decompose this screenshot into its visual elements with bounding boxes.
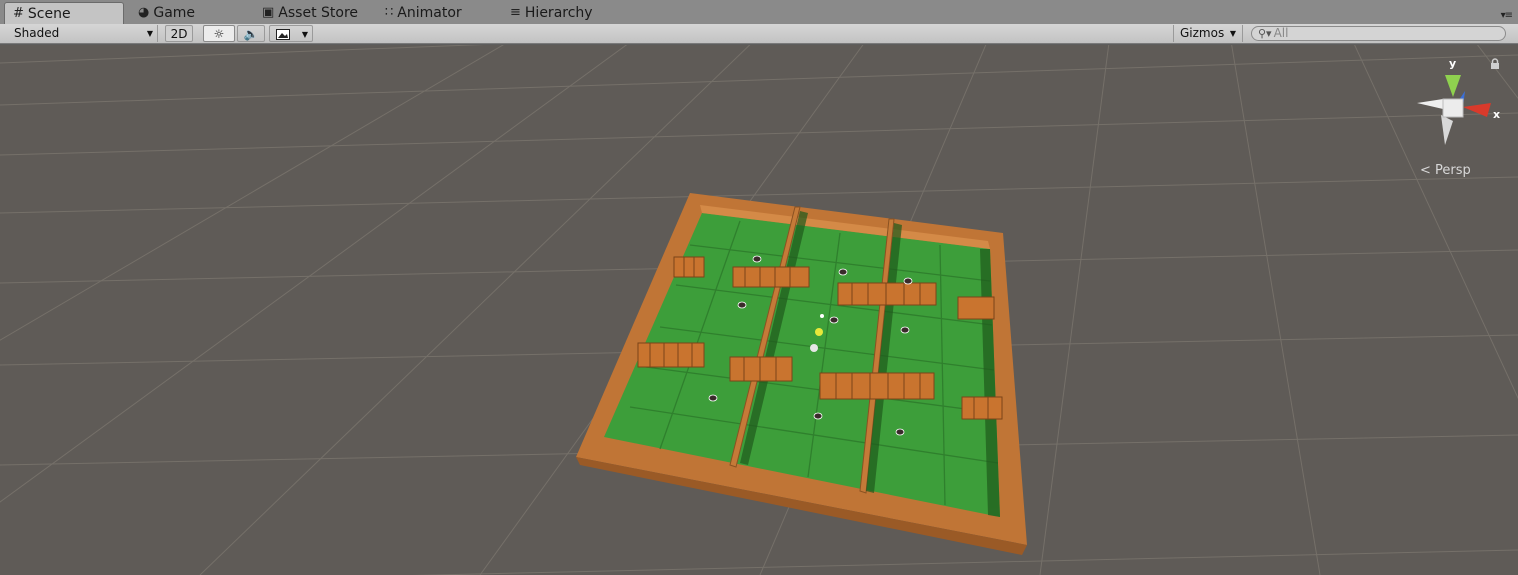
game-board (576, 193, 1027, 555)
scene-search-input[interactable]: ⚲▾ All (1251, 26, 1506, 41)
dropdown-arrow-icon: ▼ (301, 30, 308, 39)
image-icon (276, 29, 290, 40)
projection-label: Persp (1435, 163, 1471, 178)
tab-scene[interactable]: # Scene (4, 2, 124, 24)
tab-animator[interactable]: ∷ Animator (377, 2, 497, 24)
persp-icon: < (1420, 163, 1431, 178)
y-axis-cone (1445, 75, 1461, 97)
scene-toolbar: Shaded ▼ 2D ☼ 🔈 ▼ Gizmos ▼ ⚲▾ All (0, 24, 1518, 44)
tab-label: Game (153, 5, 196, 21)
scene-effects-button[interactable]: ▼ (269, 25, 313, 42)
axis-y-label: y (1449, 57, 1456, 70)
list-icon: ≡ (510, 5, 521, 20)
scene-render (0, 45, 1518, 575)
tab-hierarchy[interactable]: ≡ Hierarchy (502, 2, 632, 24)
tab-menu-icon[interactable]: ▾≡ (1501, 10, 1513, 21)
pacman-icon: ◕ (138, 5, 150, 20)
gizmos-label: Gizmos (1180, 26, 1225, 40)
orientation-gizmo[interactable]: y x (1405, 55, 1515, 165)
tab-label: Asset Store (278, 5, 359, 21)
search-icon: ⚲▾ (1258, 27, 1272, 40)
dropdown-arrow-icon: ▼ (146, 29, 153, 38)
lock-icon[interactable] (1489, 58, 1501, 70)
scene-viewport[interactable]: y x < Persp (0, 45, 1518, 575)
gizmos-dropdown[interactable]: Gizmos ▼ (1173, 25, 1243, 42)
player-object (815, 328, 823, 336)
dropdown-arrow-icon: ▼ (1229, 29, 1236, 38)
editor-tab-bar: # Scene ◕ Game ▣ Asset Store ∷ Animator … (0, 0, 1518, 25)
tab-label: Scene (27, 5, 71, 22)
camera-object (810, 344, 818, 352)
tab-label: Hierarchy (524, 5, 593, 21)
animator-nodes-icon: ∷ (385, 5, 394, 20)
scene-audio-button[interactable]: 🔈 (237, 25, 265, 42)
shading-mode-dropdown[interactable]: Shaded ▼ (8, 25, 158, 42)
tab-asset-store[interactable]: ▣ Asset Store (254, 2, 374, 24)
store-bag-icon: ▣ (262, 5, 275, 20)
x-axis-cone (1463, 103, 1491, 117)
speaker-icon: 🔈 (243, 27, 259, 41)
projection-toggle[interactable]: < Persp (1420, 163, 1471, 178)
grid-icon: # (13, 5, 24, 21)
scene-lighting-button[interactable]: ☼ (203, 25, 235, 42)
tab-game[interactable]: ◕ Game (130, 2, 250, 24)
shading-mode-value: Shaded (14, 26, 60, 40)
search-placeholder: All (1273, 26, 1289, 40)
mode-2d-button[interactable]: 2D (165, 25, 193, 42)
sun-icon: ☼ (213, 27, 225, 41)
axis-x-label: x (1493, 108, 1500, 121)
tab-label: Animator (397, 5, 462, 21)
